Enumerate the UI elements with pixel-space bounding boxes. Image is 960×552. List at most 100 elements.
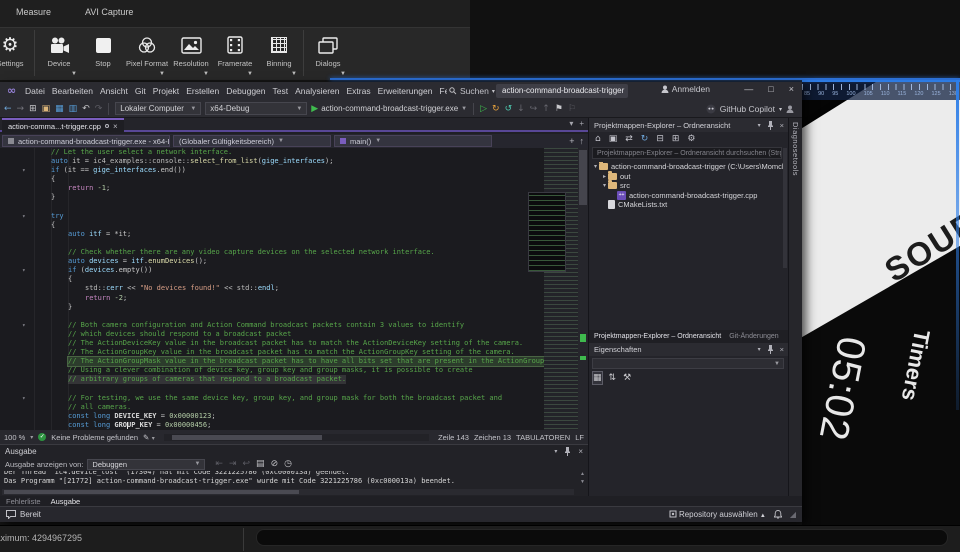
output-log[interactable]: Der Thread 'ic4.device_lost' (17304) hat… [4,471,574,487]
menu-extras[interactable]: Extras [347,86,371,96]
code-editor[interactable]: // Let the user select a network interfa… [0,148,588,430]
menu-erstellen[interactable]: Erstellen [186,86,219,96]
breadcrumb-segment[interactable]: main()▼ [334,135,492,147]
problems-status[interactable]: Keine Probleme gefunden [51,433,138,442]
scrollbar-thumb[interactable] [172,435,322,440]
scroll-top-icon[interactable]: ↑ [580,136,585,146]
configuration-dropdown[interactable]: x64-Debug▼ [205,102,307,115]
tab-git-änderungen[interactable]: Git-Änderungen [729,333,778,340]
step-out-icon[interactable]: ↑ [542,103,550,115]
edit-mode-icon[interactable]: ✎ ▾ [143,433,155,442]
vertical-scrollbar[interactable] [578,148,588,430]
minimize-button[interactable]: — [744,84,753,94]
menu-erweiterungen[interactable]: Erweiterungen [378,86,433,96]
collapse-all-icon[interactable]: ⊟ [656,133,664,145]
scroll-up-icon[interactable]: ▲ [580,471,585,477]
property-pages-icon[interactable]: ⚒ [623,372,631,384]
select-repository-button[interactable]: Repository auswählen ▲ [669,510,766,519]
scrollbar-thumb[interactable] [4,490,299,494]
hot-reload-icon[interactable]: ↻ [492,103,500,115]
jump-first-icon[interactable]: ⇤ [215,458,223,470]
indent-indicator[interactable]: TABULATOREN [516,433,570,442]
tree-item[interactable]: ++action-command-broadcast-trigger.cpp [589,191,783,201]
menu-bearbeiten[interactable]: Bearbeiten [52,86,93,96]
horizontal-scrollbar[interactable] [164,434,429,441]
tree-item[interactable]: ▸out [589,172,783,182]
restart-icon[interactable]: ↺ [505,103,513,115]
pin-icon[interactable] [767,121,774,130]
show-all-files-icon[interactable]: ⊞ [672,133,680,145]
expander-icon[interactable]: ▸ [601,173,608,180]
property-value-field[interactable] [256,529,948,546]
menu-fenster[interactable]: Fenster [439,86,447,96]
autoscroll-icon[interactable]: ◷ [284,458,292,470]
pin-icon[interactable] [564,447,571,456]
camera-button-dialogs[interactable]: Dialogs▼ [306,28,350,78]
start-debugging-button[interactable]: ▶ action-command-broadcast-trigger.exe ▼ [311,103,467,114]
tree-item[interactable]: ▾action-command-broadcast-trigger (C:\Us… [589,162,783,172]
settings-icon[interactable]: ⚙ [687,133,695,145]
search-box[interactable]: Suchen ▾ [449,84,495,98]
explorer-scrollbar[interactable] [783,148,787,268]
camera-tab-measure[interactable]: Measure [12,5,55,19]
pin-icon[interactable] [767,345,774,354]
categorized-icon[interactable]: ▦ [593,372,602,384]
properties-object-dropdown[interactable]: ▼ [592,358,784,369]
menu-git[interactable]: Git [135,86,146,96]
eol-indicator[interactable]: LF [575,433,584,442]
clear-all-icon[interactable]: ⊘ [271,458,279,470]
tree-item[interactable]: CMakeLists.txt [589,200,783,210]
tab-diagnostic-tools[interactable]: Diagnosetools [791,122,800,176]
menu-analysieren[interactable]: Analysieren [295,86,339,96]
fold-marker-icon[interactable]: ▾ [22,266,26,275]
scroll-down-icon[interactable]: ▼ [580,479,585,485]
sign-in-button[interactable]: Anmelden [661,84,710,94]
fold-marker-icon[interactable]: ▾ [22,166,26,175]
close-button[interactable]: × [789,84,794,94]
document-list-icon[interactable]: ▾ [569,119,573,128]
open-folder-icon[interactable]: ▣ [42,103,51,115]
expander-icon[interactable]: ▾ [592,163,599,170]
tab-projektmappen-explorer-ordneransicht[interactable]: Projektmappen-Explorer – Ordneransicht [594,333,721,340]
menu-projekt[interactable]: Projekt [153,86,179,96]
menu-ansicht[interactable]: Ansicht [100,86,128,96]
camera-button-stop[interactable]: Stop [81,28,125,78]
sync-active-doc-icon[interactable]: ⇄ [625,133,633,145]
step-into-icon[interactable]: ↓ [517,103,525,115]
folders-icon[interactable]: ▣ [609,133,618,145]
resize-grip[interactable]: ◢ [790,510,796,519]
jump-last-icon[interactable]: ⇥ [229,458,237,470]
bookmark-gray-icon[interactable]: ⚐ [568,103,576,115]
save-all-icon[interactable]: ▥ [69,103,78,115]
menu-datei[interactable]: Datei [25,86,45,96]
editor-tab[interactable]: action-comma...t-trigger.cpp × [2,118,124,132]
close-tab-icon[interactable]: × [113,122,118,131]
feedback-icon[interactable] [786,105,794,113]
home-icon[interactable]: ⌂ [595,133,601,145]
bookmark-icon[interactable]: ⚑ [555,103,563,115]
github-copilot-button[interactable]: GitHub Copilot ▾ [706,100,794,118]
chevron-down-icon[interactable]: ▾ [758,346,761,353]
maximize-button[interactable]: □ [768,84,773,94]
solution-search-input[interactable]: Projektmappen-Explorer – Ordneransicht d… [592,147,782,159]
breadcrumb-segment[interactable]: (Globaler Gültigkeitsbereich)▼ [173,135,331,147]
wrap-icon[interactable]: ↩ [243,458,251,470]
chevron-down-icon[interactable]: ▾ [758,122,761,129]
forward-icon[interactable]: → [17,103,25,115]
undo-icon[interactable]: ↶ [82,103,90,115]
new-project-icon[interactable]: ⊞ [29,103,37,115]
output-horizontal-scrollbar[interactable] [2,489,574,495]
close-icon[interactable]: × [578,447,583,456]
step-over-icon[interactable]: ↪ [530,103,538,115]
camera-button-pixel-format[interactable]: Pixel Format▼ [125,28,169,78]
camera-button-framerate[interactable]: Framerate▼ [213,28,257,78]
camera-tab-avi-capture[interactable]: AVI Capture [81,5,137,19]
fold-marker-icon[interactable]: ▾ [22,321,26,330]
attach-icon[interactable]: ▷ [480,103,487,115]
output-source-dropdown[interactable]: Debuggen ▼ [87,459,205,470]
new-tab-icon[interactable]: + [579,119,584,128]
save-icon[interactable]: ▦ [55,103,64,115]
fold-marker-icon[interactable]: ▾ [22,212,26,221]
camera-button-device[interactable]: Device▼ [37,28,81,78]
menu-test[interactable]: Test [273,86,289,96]
